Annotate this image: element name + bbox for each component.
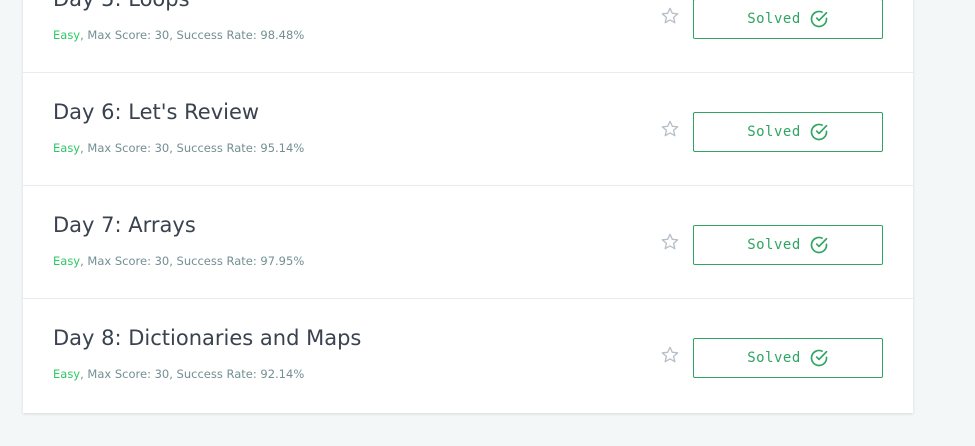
check-circle-icon: [810, 123, 828, 141]
star-icon[interactable]: [660, 345, 680, 365]
check-circle-icon: [810, 10, 828, 28]
challenge-title[interactable]: Day 8: Dictionaries and Maps: [53, 326, 361, 350]
challenge-meta: Easy, Max Score: 30, Success Rate: 97.95…: [53, 254, 304, 268]
difficulty-label: Easy: [53, 141, 81, 155]
star-icon[interactable]: [660, 232, 680, 252]
difficulty-label: Easy: [53, 254, 81, 268]
challenge-stats: , Max Score: 30, Success Rate: 97.95%: [80, 254, 305, 268]
challenge-title[interactable]: Day 7: Arrays: [53, 213, 196, 237]
difficulty-label: Easy: [53, 28, 81, 42]
challenge-meta: Easy, Max Score: 30, Success Rate: 95.14…: [53, 141, 304, 155]
solved-button[interactable]: Solved: [693, 112, 883, 152]
challenge-title[interactable]: Day 6: Let's Review: [53, 100, 259, 124]
challenge-row: Day 8: Dictionaries and Maps Easy, Max S…: [23, 299, 913, 412]
star-icon[interactable]: [660, 119, 680, 139]
challenge-stats: , Max Score: 30, Success Rate: 92.14%: [80, 367, 305, 381]
difficulty-label: Easy: [53, 367, 81, 381]
check-circle-icon: [810, 236, 828, 254]
check-circle-icon: [810, 349, 828, 367]
challenge-stats: , Max Score: 30, Success Rate: 95.14%: [80, 141, 305, 155]
solved-button-label: Solved: [747, 11, 801, 27]
solved-button-label: Solved: [747, 124, 801, 140]
star-icon[interactable]: [660, 6, 680, 26]
solved-button[interactable]: Solved: [693, 225, 883, 265]
challenge-row: Day 7: Arrays Easy, Max Score: 30, Succe…: [23, 186, 913, 299]
solved-button[interactable]: Solved: [693, 338, 883, 378]
challenge-meta: Easy, Max Score: 30, Success Rate: 98.48…: [53, 28, 304, 42]
challenge-title[interactable]: Day 5: Loops: [53, 0, 190, 11]
challenge-list: Day 5: Loops Easy, Max Score: 30, Succes…: [23, 0, 913, 413]
solved-button-label: Solved: [747, 237, 801, 253]
solved-button[interactable]: Solved: [693, 0, 883, 39]
challenge-row: Day 5: Loops Easy, Max Score: 30, Succes…: [23, 0, 913, 73]
solved-button-label: Solved: [747, 350, 801, 366]
challenge-row: Day 6: Let's Review Easy, Max Score: 30,…: [23, 73, 913, 186]
challenge-stats: , Max Score: 30, Success Rate: 98.48%: [80, 28, 305, 42]
challenge-meta: Easy, Max Score: 30, Success Rate: 92.14…: [53, 367, 304, 381]
